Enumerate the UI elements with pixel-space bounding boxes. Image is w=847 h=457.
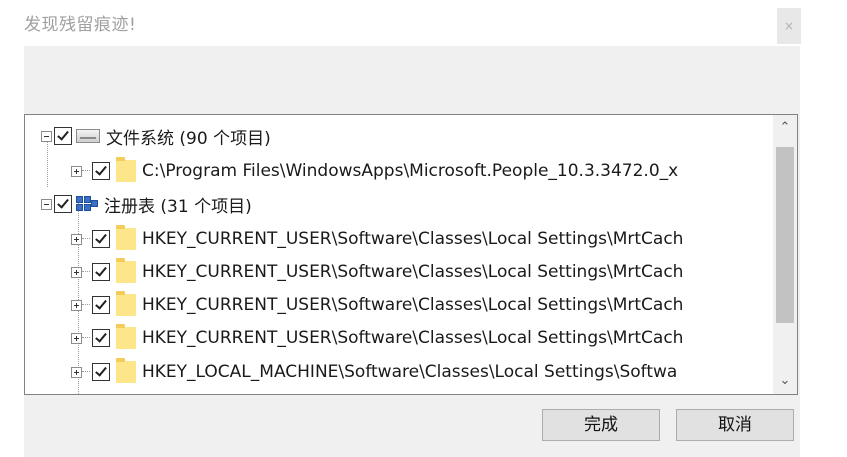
collapse-icon[interactable] (41, 130, 52, 142)
scroll-up-icon[interactable]: ⌃ (773, 115, 797, 141)
expand-icon[interactable] (71, 165, 82, 177)
checkbox-item[interactable] (92, 230, 110, 248)
checkbox-filesystem[interactable] (54, 127, 72, 145)
tree-connector (82, 337, 90, 339)
checkbox-item[interactable] (92, 329, 110, 347)
tree-group-label: 注册表 (31 个项目) (104, 196, 252, 217)
tree-connector (82, 271, 90, 273)
scroll-thumb[interactable] (776, 147, 794, 323)
checkbox-item[interactable] (92, 363, 110, 381)
checkbox-item[interactable] (92, 296, 110, 314)
expand-icon[interactable] (71, 266, 82, 278)
tree-connector (82, 304, 90, 306)
finish-button[interactable]: 完成 (542, 409, 660, 441)
folder-icon (116, 291, 136, 316)
collapse-icon[interactable] (41, 198, 52, 210)
folder-icon (116, 324, 136, 349)
tree-item-label: HKEY_CURRENT_USER\Software\Classes\Local… (142, 262, 684, 282)
checkbox-registry[interactable] (54, 195, 72, 213)
checkbox-item[interactable] (92, 162, 110, 180)
tree-connector (82, 371, 90, 373)
tree-connector (82, 170, 90, 172)
title-bar: 发现残留痕迹! × (0, 0, 847, 46)
expand-icon[interactable] (71, 366, 82, 378)
checkbox-item[interactable] (92, 263, 110, 281)
registry-icon (74, 193, 98, 215)
expand-icon[interactable] (71, 299, 82, 311)
vertical-scrollbar[interactable]: ⌃ ⌄ (773, 115, 797, 394)
tree-item[interactable]: HKEY_CURRENT_USER\Software\Classes\Local… (71, 290, 683, 320)
tree-item[interactable]: C:\Program Files\WindowsApps\Microsoft.P… (71, 156, 678, 186)
scroll-down-icon[interactable]: ⌄ (773, 368, 797, 394)
tree-item-label: C:\Program Files\WindowsApps\Microsoft.P… (142, 161, 679, 181)
tree-item-label: HKEY_LOCAL_MACHINE\Software\Classes\Loca… (142, 362, 678, 382)
expand-icon[interactable] (71, 233, 82, 245)
cancel-button[interactable]: 取消 (676, 409, 794, 441)
tree-item[interactable]: HKEY_LOCAL_MACHINE\Software\Classes\Loca… (71, 357, 677, 387)
tree-group-registry[interactable]: 注册表 (31 个项目) (41, 189, 252, 219)
tree-item-label: HKEY_CURRENT_USER\Software\Classes\Local… (142, 328, 684, 348)
tree-item-label: HKEY_CURRENT_USER\Software\Classes\Local… (142, 295, 684, 315)
folder-icon (116, 225, 136, 250)
folder-icon (116, 157, 136, 182)
tree-connector (82, 238, 90, 240)
tree-item[interactable]: HKEY_CURRENT_USER\Software\Classes\Local… (71, 323, 683, 353)
tree-group-filesystem[interactable]: 文件系统 (90 个项目) (41, 121, 271, 151)
folder-icon (116, 258, 136, 283)
tree-item[interactable]: HKEY_CURRENT_USER\Software\Classes\Local… (71, 257, 683, 287)
tree-group-label: 文件系统 (90 个项目) (106, 128, 271, 149)
tree-item[interactable]: HKEY_CURRENT_USER\Software\Classes\Local… (71, 224, 683, 254)
tree-item-label: HKEY_CURRENT_USER\Software\Classes\Local… (142, 229, 684, 249)
expand-icon[interactable] (71, 332, 82, 344)
leftovers-tree[interactable]: 文件系统 (90 个项目) C:\Program Files\WindowsAp… (24, 114, 798, 395)
drive-icon (76, 129, 100, 143)
close-button[interactable]: × (777, 8, 801, 44)
tree-content: 文件系统 (90 个项目) C:\Program Files\WindowsAp… (25, 115, 773, 394)
window-title: 发现残留痕迹! (24, 15, 137, 35)
folder-icon (116, 358, 136, 383)
